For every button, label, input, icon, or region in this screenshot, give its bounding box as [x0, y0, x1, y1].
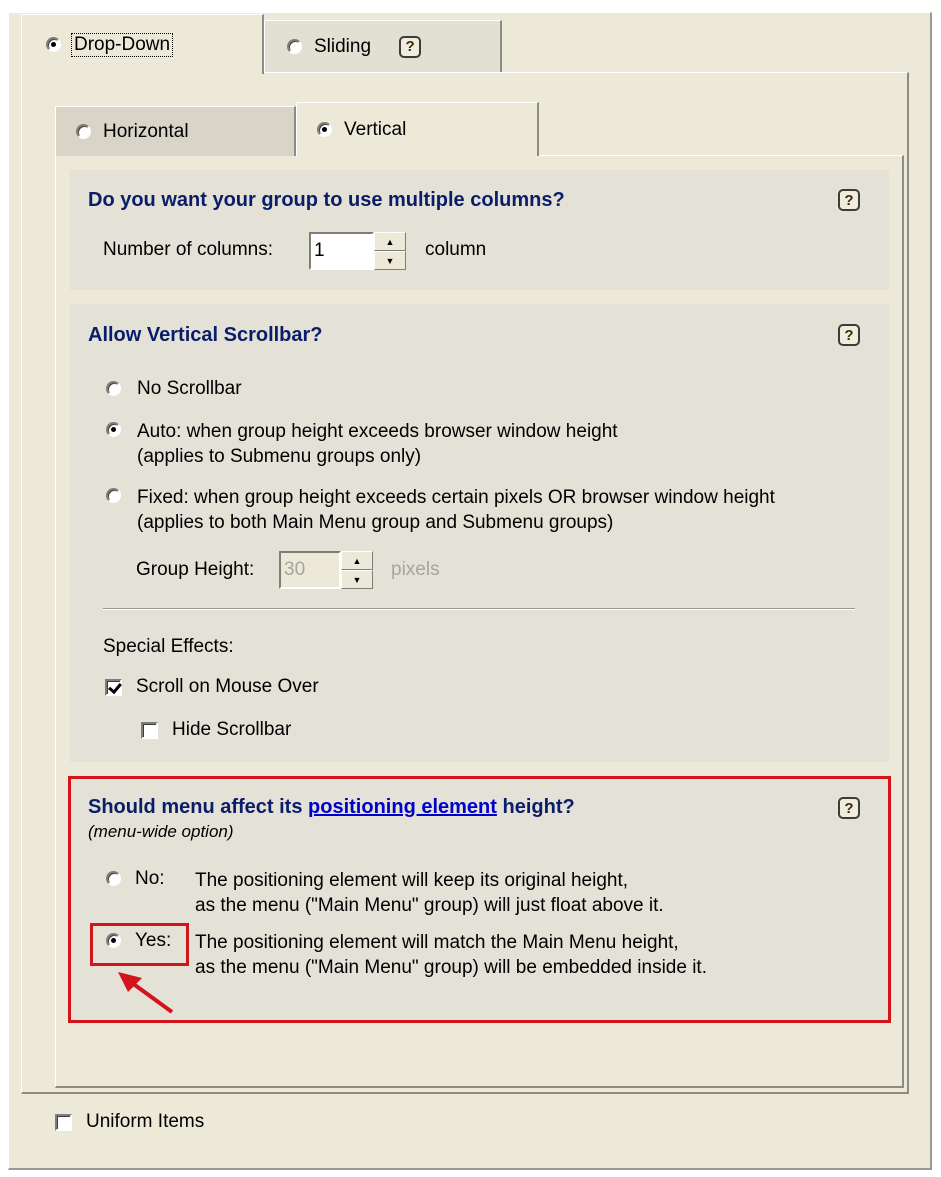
tab-drop-down-label: Drop-Down: [71, 32, 174, 57]
no-scrollbar-radio[interactable]: [106, 381, 121, 396]
scroll-on-mouse-over-option[interactable]: Scroll on Mouse Over: [105, 676, 319, 698]
tab-horizontal[interactable]: Horizontal: [55, 106, 296, 156]
fixed-scrollbar-radio[interactable]: [106, 488, 121, 503]
divider: [103, 608, 855, 610]
sliding-radio[interactable]: [287, 39, 302, 54]
vertical-radio[interactable]: [317, 122, 332, 137]
auto-scrollbar-option[interactable]: Auto: when group height exceeds browser …: [106, 419, 618, 469]
help-icon[interactable]: ?: [838, 189, 860, 211]
no-scrollbar-option[interactable]: No Scrollbar: [106, 378, 242, 400]
spin-down-icon[interactable]: ▼: [341, 570, 373, 589]
positioning-yes-option[interactable]: Yes: The positioning element will match …: [106, 930, 707, 980]
spin-up-icon[interactable]: ▲: [374, 232, 406, 251]
columns-spin-buttons[interactable]: ▲ ▼: [374, 232, 406, 270]
hide-scrollbar-label: Hide Scrollbar: [172, 719, 292, 740]
tab-sliding-label: Sliding: [314, 35, 372, 57]
help-icon[interactable]: ?: [399, 35, 422, 58]
scroll-on-mouse-over-checkbox[interactable]: [105, 678, 122, 696]
red-arrow-icon: [118, 972, 174, 1014]
help-icon[interactable]: ?: [838, 797, 860, 819]
columns-section: [70, 170, 889, 290]
tab-drop-down[interactable]: Drop-Down: [21, 14, 264, 74]
scroll-on-mouse-over-label: Scroll on Mouse Over: [136, 676, 319, 697]
fixed-scrollbar-option[interactable]: Fixed: when group height exceeds certain…: [106, 485, 775, 535]
columns-unit: column: [425, 239, 487, 260]
positioning-title-prefix: Should menu affect its: [88, 796, 303, 818]
help-icon[interactable]: ?: [838, 324, 860, 346]
positioning-title-suffix: height?: [502, 796, 575, 818]
positioning-element-link[interactable]: positioning element: [308, 796, 497, 818]
fixed-scrollbar-note: (applies to both Main Menu group and Sub…: [137, 512, 614, 533]
hide-scrollbar-option[interactable]: Hide Scrollbar: [141, 719, 291, 741]
number-of-columns-label: Number of columns:: [103, 239, 274, 260]
menu-wide-note: (menu-wide option): [88, 822, 234, 841]
hide-scrollbar-checkbox[interactable]: [141, 721, 158, 739]
horizontal-radio[interactable]: [76, 124, 91, 139]
columns-spinner[interactable]: 1 ▲ ▼: [309, 232, 406, 270]
drop-down-radio[interactable]: [46, 37, 61, 52]
auto-scrollbar-note: (applies to Submenu groups only): [137, 446, 422, 467]
positioning-no-desc: The positioning element will keep its or…: [195, 870, 629, 891]
tab-sliding[interactable]: Sliding ?: [264, 20, 502, 72]
positioning-section-title: Should menu affect its positioning eleme…: [88, 796, 575, 819]
group-height-spinner[interactable]: 30 ▲ ▼: [279, 551, 373, 589]
positioning-no-desc-2: as the menu ("Main Menu" group) will jus…: [195, 895, 664, 916]
auto-scrollbar-radio[interactable]: [106, 422, 121, 437]
group-height-input[interactable]: 30: [279, 551, 341, 589]
columns-section-title: Do you want your group to use multiple c…: [88, 189, 565, 211]
positioning-no-option[interactable]: No: The positioning element will keep it…: [106, 868, 664, 918]
group-height-unit: pixels: [391, 559, 440, 580]
tab-vertical-label: Vertical: [344, 118, 407, 140]
no-scrollbar-label: No Scrollbar: [137, 378, 242, 399]
uniform-items-label: Uniform Items: [86, 1111, 205, 1132]
spin-down-icon[interactable]: ▼: [374, 251, 406, 270]
positioning-no-radio[interactable]: [106, 871, 121, 886]
special-effects-label: Special Effects:: [103, 636, 234, 657]
columns-input[interactable]: 1: [309, 232, 374, 270]
fixed-scrollbar-label: Fixed: when group height exceeds certain…: [137, 487, 775, 508]
positioning-yes-desc-2: as the menu ("Main Menu" group) will be …: [195, 957, 707, 978]
auto-scrollbar-label: Auto: when group height exceeds browser …: [137, 421, 618, 442]
tab-horizontal-label: Horizontal: [103, 120, 189, 142]
tab-vertical[interactable]: Vertical: [296, 102, 539, 156]
positioning-no-label: No:: [135, 868, 165, 889]
group-height-spin-buttons[interactable]: ▲ ▼: [341, 551, 373, 589]
scrollbar-section-title: Allow Vertical Scrollbar?: [88, 324, 323, 346]
uniform-items-checkbox[interactable]: [55, 1113, 72, 1131]
positioning-yes-radio[interactable]: [106, 933, 121, 948]
group-height-label: Group Height:: [136, 559, 255, 580]
spin-up-icon[interactable]: ▲: [341, 551, 373, 570]
positioning-yes-label: Yes:: [135, 930, 172, 951]
uniform-items-option[interactable]: Uniform Items: [55, 1111, 204, 1133]
positioning-yes-desc: The positioning element will match the M…: [195, 932, 679, 953]
